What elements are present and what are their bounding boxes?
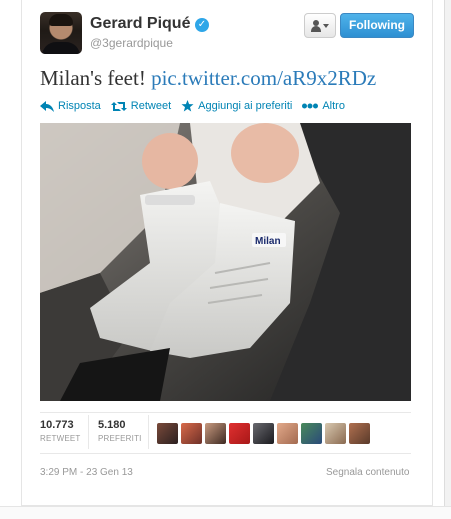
favorite-count[interactable]: 5.180 PREFERITI [98, 419, 142, 443]
stat-separator [88, 415, 89, 449]
tweet-media-link[interactable]: pic.twitter.com/aR9x2RDz [151, 66, 376, 90]
retweet-count-label: RETWEET [40, 434, 81, 443]
bottom-edge [0, 506, 451, 519]
verified-badge-icon: ✓ [195, 18, 209, 32]
reply-action[interactable]: Risposta [40, 100, 101, 112]
display-name[interactable]: Gerard Piqué [90, 15, 190, 33]
stat-separator [148, 415, 149, 449]
avatar[interactable] [157, 423, 178, 444]
avatar[interactable] [277, 423, 298, 444]
baby-shoes-photo: Milan [40, 123, 411, 401]
svg-text:Milan: Milan [255, 236, 281, 247]
avatar[interactable] [205, 423, 226, 444]
retweet-count[interactable]: 10.773 RETWEET [40, 419, 81, 443]
avatar[interactable] [349, 423, 370, 444]
tweet-body: Milan's feet! [40, 66, 146, 90]
user-avatar[interactable] [40, 12, 82, 54]
report-link[interactable]: Segnala contenuto [326, 467, 409, 478]
reply-icon [40, 100, 54, 112]
avatar[interactable] [229, 423, 250, 444]
screen-name[interactable]: @3gerardpique [90, 36, 173, 50]
avatar[interactable] [325, 423, 346, 444]
star-icon [181, 100, 194, 112]
retweet-action[interactable]: Retweet [110, 100, 172, 112]
tweet-text: Milan's feet! pic.twitter.com/aR9x2RDz [40, 66, 376, 91]
favorite-action[interactable]: Aggiungi ai preferiti [181, 100, 292, 112]
retweet-icon [110, 101, 127, 111]
avatar[interactable] [253, 423, 274, 444]
stats-bottom-divider [40, 453, 411, 454]
following-button[interactable]: Following [340, 13, 414, 38]
tweet-photo[interactable]: Milan [40, 123, 411, 401]
retweet-label: Retweet [130, 100, 172, 112]
reply-label: Risposta [58, 100, 101, 112]
user-icon [311, 19, 321, 32]
more-action[interactable]: Altro [302, 100, 345, 112]
retweet-count-value: 10.773 [40, 419, 74, 431]
stats-top-divider [40, 412, 411, 413]
more-label: Altro [322, 100, 345, 112]
more-icon [302, 103, 319, 109]
avatar[interactable] [301, 423, 322, 444]
favoriters-avatars [157, 423, 370, 444]
scrollbar[interactable] [444, 0, 451, 519]
user-actions-dropdown[interactable] [304, 13, 336, 38]
tweet-actions: Risposta Retweet Aggiungi ai preferiti A… [40, 98, 355, 114]
tweet-card: Gerard Piqué ✓ @3gerardpique Following M… [21, 0, 433, 506]
avatar[interactable] [181, 423, 202, 444]
favorite-count-value: 5.180 [98, 419, 126, 431]
tweet-timestamp[interactable]: 3:29 PM - 23 Gen 13 [40, 467, 133, 478]
favorite-count-label: PREFERITI [98, 434, 142, 443]
caret-down-icon [323, 23, 329, 28]
favorite-label: Aggiungi ai preferiti [198, 100, 293, 112]
